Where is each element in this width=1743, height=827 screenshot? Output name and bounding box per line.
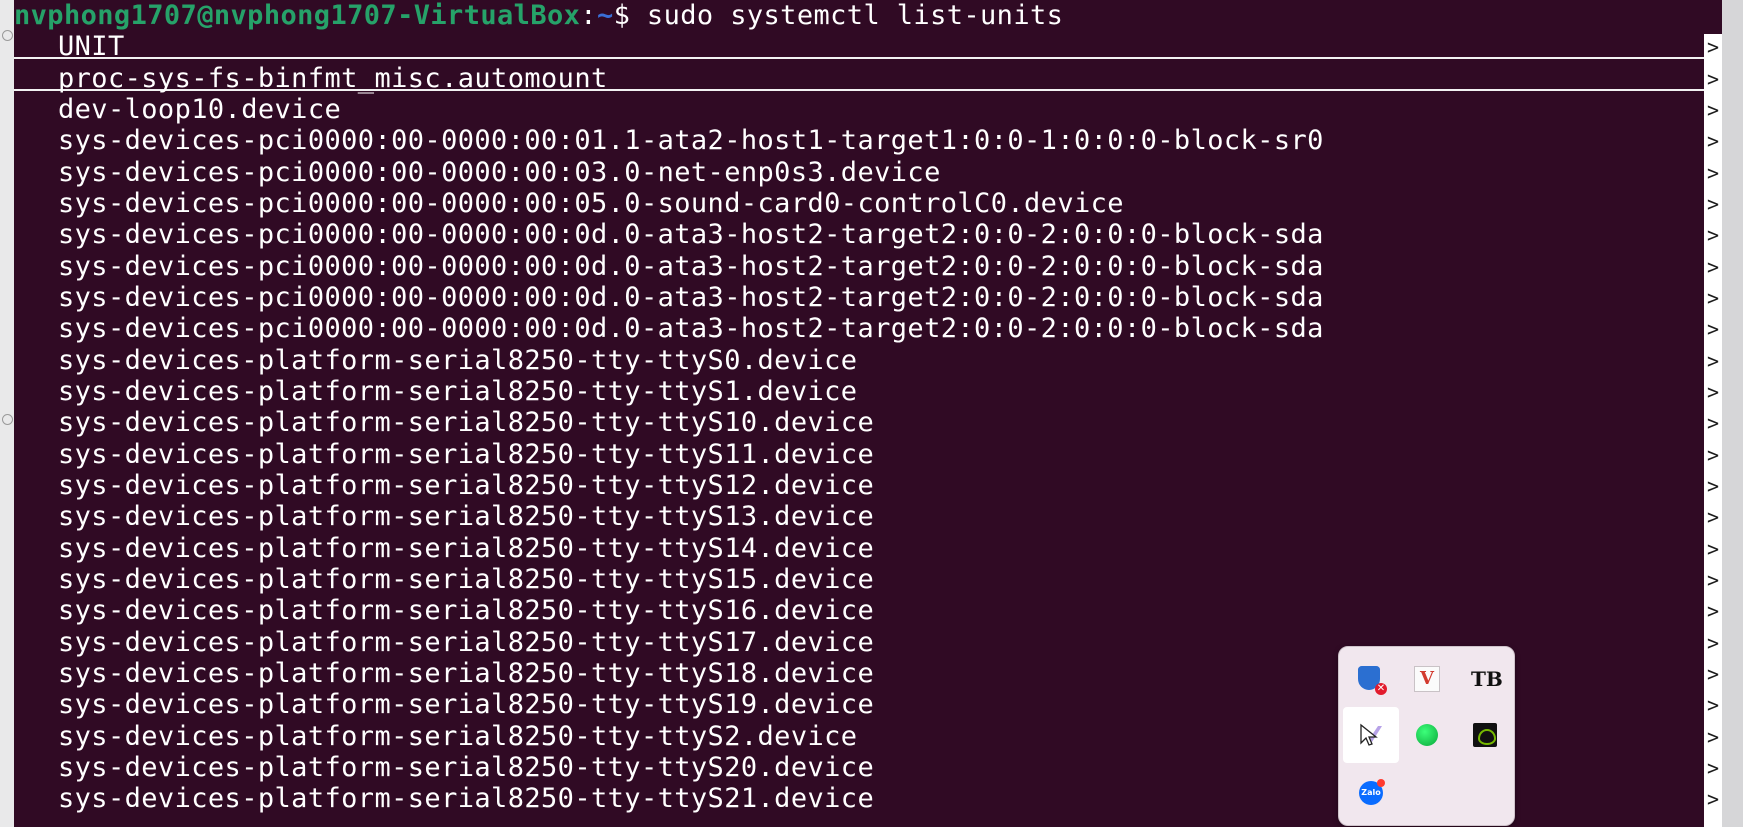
prompt-user-host: nvphong1707@nvphong1707-VirtualBox — [14, 0, 581, 31]
unit-row: sys-devices-platform-serial8250-tty-ttyS… — [58, 469, 875, 501]
overflow-marker: > — [1706, 724, 1720, 749]
unit-row: sys-devices-platform-serial8250-tty-ttyS… — [58, 751, 875, 783]
overflow-marker: > — [1706, 348, 1720, 373]
unit-row: sys-devices-platform-serial8250-tty-ttyS… — [58, 563, 875, 595]
overflow-marker: > — [1706, 442, 1720, 467]
tray-item-tb-app[interactable]: TB — [1457, 651, 1513, 707]
overflow-marker: > — [1706, 160, 1720, 185]
overflow-marker: > — [1706, 223, 1720, 248]
prompt-line: nvphong1707@nvphong1707-VirtualBox:~$ su… — [14, 0, 1063, 31]
header-underline — [14, 57, 1714, 59]
overflow-marker: > — [1706, 317, 1720, 342]
overflow-marker: > — [1706, 411, 1720, 436]
pen-cursor-app-icon — [1360, 723, 1382, 746]
unit-row: sys-devices-platform-serial8250-tty-ttyS… — [58, 626, 875, 658]
unit-row: sys-devices-pci0000:00-0000:00:0d.0-ata3… — [58, 313, 1324, 345]
prompt-symbol: $ — [613, 0, 631, 31]
unit-row: sys-devices-pci0000:00-0000:00:0d.0-ata3… — [58, 281, 1324, 313]
unit-row: sys-devices-platform-serial8250-tty-ttyS… — [58, 689, 875, 721]
tray-item-security[interactable]: ✕ — [1343, 651, 1399, 707]
tray-item-nvidia[interactable] — [1457, 707, 1513, 763]
v-app-icon: V — [1414, 666, 1440, 692]
host-window-left-edge — [0, 0, 14, 827]
unit-row: sys-devices-platform-serial8250-tty-ttyS… — [58, 532, 875, 564]
unit-row: sys-devices-pci0000:00-0000:00:0d.0-ata3… — [58, 250, 1324, 282]
overflow-marker: > — [1706, 379, 1720, 404]
overflow-marker: > — [1706, 630, 1720, 655]
unit-row: sys-devices-platform-serial8250-tty-ttyS… — [58, 407, 875, 439]
unit-row: sys-devices-pci0000:00-0000:00:03.0-net-… — [58, 156, 941, 188]
unit-row: sys-devices-platform-serial8250-tty-ttyS… — [58, 375, 858, 407]
overflow-marker: > — [1706, 599, 1720, 624]
prompt-separator: : — [580, 0, 597, 31]
unit-row: sys-devices-platform-serial8250-tty-ttyS… — [58, 720, 858, 752]
overflow-marker: > — [1706, 536, 1720, 561]
unit-row: sys-devices-platform-serial8250-tty-ttyS… — [58, 438, 875, 470]
overflow-marker: > — [1706, 254, 1720, 279]
overflow-marker: > — [1706, 35, 1720, 60]
overflow-marker: > — [1706, 66, 1720, 91]
command-text: sudo systemctl list-units — [646, 0, 1064, 31]
unit-row: sys-devices-platform-serial8250-tty-ttyS… — [58, 657, 875, 689]
tb-app-icon: TB — [1471, 667, 1503, 691]
host-edge-icon — [2, 414, 13, 425]
screen: nvphong1707@nvphong1707-VirtualBox:~$ su… — [0, 0, 1743, 827]
prompt-path: ~ — [596, 0, 614, 31]
unit-row: sys-devices-pci0000:00-0000:00:0d.0-ata3… — [58, 219, 1324, 251]
overflow-marker: > — [1706, 473, 1720, 498]
overflow-marker: > — [1706, 191, 1720, 216]
unit-row: sys-devices-platform-serial8250-tty-ttyS… — [58, 783, 875, 815]
green-status-icon — [1416, 724, 1438, 746]
unit-row: sys-devices-platform-serial8250-tty-ttyS… — [58, 344, 858, 376]
unit-row: sys-devices-pci0000:00-0000:00:01.1-ata2… — [58, 125, 1324, 157]
system-tray-overflow-popup: ✕ V TB Zalo — [1338, 646, 1515, 826]
unit-row: sys-devices-platform-serial8250-tty-ttyS… — [58, 501, 875, 533]
overflow-marker: > — [1706, 567, 1720, 592]
tray-item-v-app[interactable]: V — [1399, 651, 1455, 707]
zalo-icon: Zalo — [1359, 779, 1385, 805]
windows-security-shield-icon: ✕ — [1358, 666, 1387, 695]
overflow-marker: > — [1706, 661, 1720, 686]
tray-item-zalo[interactable]: Zalo — [1343, 765, 1399, 821]
host-edge-icon — [2, 30, 13, 41]
overflow-marker: > — [1706, 97, 1720, 122]
nvidia-icon — [1473, 723, 1497, 747]
unit-row: sys-devices-platform-serial8250-tty-ttyS… — [58, 595, 875, 627]
tray-item-pen-app[interactable] — [1343, 707, 1399, 763]
overflow-marker: > — [1706, 505, 1720, 530]
host-window-right-edge — [1722, 0, 1743, 827]
overflow-marker: > — [1706, 787, 1720, 812]
overflow-marker: > — [1706, 129, 1720, 154]
unit-row: sys-devices-pci0000:00-0000:00:05.0-soun… — [58, 187, 1124, 219]
unit-row: dev-loop10.device — [58, 93, 342, 125]
overflow-marker: > — [1706, 285, 1720, 310]
tray-item-green-status[interactable] — [1399, 707, 1455, 763]
overflow-marker: > — [1706, 693, 1720, 718]
unit-row: proc-sys-fs-binfmt_misc.automount — [58, 62, 608, 94]
overflow-marker: > — [1706, 755, 1720, 780]
